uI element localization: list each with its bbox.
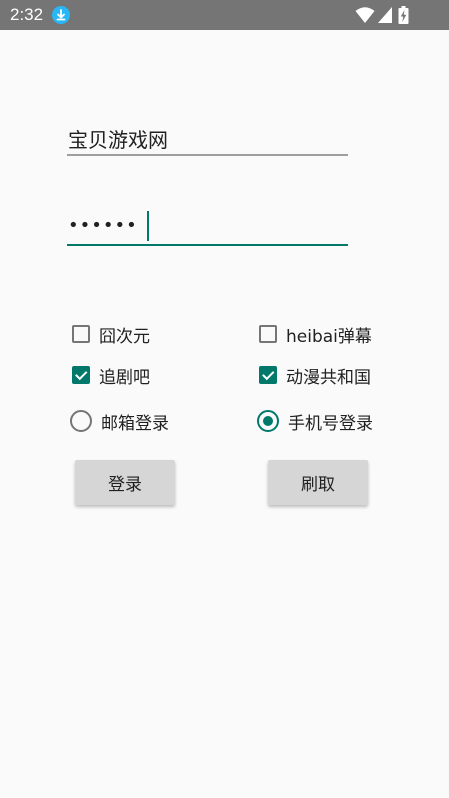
status-time: 2:32 (10, 5, 44, 24)
checkbox-label: 动漫共和国 (286, 367, 371, 388)
check-icon (262, 371, 275, 381)
check-icon (75, 371, 88, 381)
radio-phone-login[interactable]: 手机号登录 (256, 407, 373, 435)
username-value: 宝贝游戏网 (68, 128, 168, 152)
radio-email-login[interactable]: 邮箱登录 (69, 407, 169, 435)
password-field[interactable]: •••••• (67, 208, 348, 246)
wifi-icon (355, 6, 375, 28)
checkbox-dongman[interactable]: 动漫共和国 (256, 361, 371, 389)
signal-icon (377, 6, 393, 28)
radio-label: 邮箱登录 (101, 413, 169, 434)
password-value: •••••• (68, 215, 138, 236)
checkbox-label: 囧次元 (99, 326, 150, 347)
checkbox-box[interactable] (72, 366, 90, 384)
checkbox-box[interactable] (72, 325, 90, 343)
refresh-button[interactable]: 刷取 (268, 460, 368, 505)
radio-circle[interactable] (70, 410, 92, 432)
checkbox-box[interactable] (259, 366, 277, 384)
battery-charging-icon (398, 6, 409, 28)
login-button[interactable]: 登录 (75, 460, 175, 505)
radio-label: 手机号登录 (288, 413, 373, 434)
checkbox-heibai[interactable]: heibai弹幕 (256, 320, 372, 348)
checkbox-label: heibai弹幕 (286, 326, 372, 347)
text-cursor (147, 211, 149, 241)
radio-circle[interactable] (257, 410, 279, 432)
username-field[interactable]: 宝贝游戏网 (67, 118, 348, 156)
checkbox-zhuijuba[interactable]: 追剧吧 (69, 361, 150, 389)
download-icon (52, 6, 70, 24)
checkbox-jiongciyuan[interactable]: 囧次元 (69, 320, 150, 348)
checkbox-box[interactable] (259, 325, 277, 343)
checkbox-label: 追剧吧 (99, 367, 150, 388)
status-bar: 2:32 (0, 0, 449, 30)
